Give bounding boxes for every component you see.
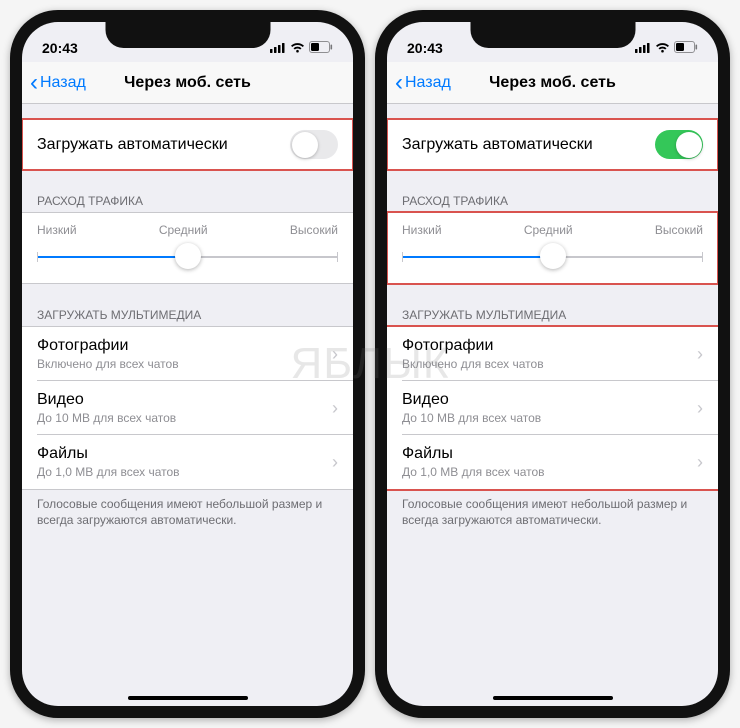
back-button[interactable]: ‹ Назад	[387, 71, 451, 95]
media-files-title: Файлы	[402, 445, 697, 463]
status-icons	[270, 40, 333, 56]
media-header: ЗАГРУЖАТЬ МУЛЬТИМЕДИА	[22, 304, 353, 326]
chevron-right-icon: ›	[697, 452, 703, 473]
battery-icon	[674, 40, 698, 56]
traffic-mid: Средний	[159, 223, 208, 237]
media-files-cell[interactable]: Файлы До 1,0 MB для всех чатов ›	[22, 435, 353, 489]
media-videos-sub: До 10 MB для всех чатов	[402, 411, 697, 425]
media-footer: Голосовые сообщения имеют небольшой разм…	[22, 490, 353, 534]
traffic-header: РАСХОД ТРАФИКА	[22, 190, 353, 212]
media-photos-sub: Включено для всех чатов	[402, 357, 697, 371]
status-icons	[635, 40, 698, 56]
screen-right: 20:43 ‹ Назад Чер	[387, 22, 718, 706]
signal-icon	[270, 40, 286, 56]
traffic-header: РАСХОД ТРАФИКА	[387, 190, 718, 212]
auto-download-toggle[interactable]	[290, 130, 338, 159]
chevron-right-icon: ›	[332, 452, 338, 473]
wifi-icon	[290, 40, 305, 56]
auto-download-label: Загружать автоматически	[402, 136, 593, 154]
media-photos-cell[interactable]: Фотографии Включено для всех чатов ›	[22, 327, 353, 381]
media-photos-sub: Включено для всех чатов	[37, 357, 332, 371]
media-footer: Голосовые сообщения имеют небольшой разм…	[387, 490, 718, 534]
traffic-slider-cell: Низкий Средний Высокий	[22, 212, 353, 284]
slider-thumb[interactable]	[540, 243, 566, 269]
auto-download-label: Загружать автоматически	[37, 136, 228, 154]
traffic-slider[interactable]	[37, 247, 338, 267]
status-time: 20:43	[407, 40, 443, 56]
media-photos-title: Фотографии	[402, 337, 697, 355]
phone-left: 20:43 ‹ Назад Чер	[10, 10, 365, 718]
media-files-cell[interactable]: Файлы До 1,0 MB для всех чатов ›	[387, 435, 718, 489]
signal-icon	[635, 40, 651, 56]
traffic-slider[interactable]	[402, 247, 703, 267]
battery-icon	[309, 40, 333, 56]
phone-right: 20:43 ‹ Назад Чер	[375, 10, 730, 718]
media-files-sub: До 1,0 MB для всех чатов	[37, 465, 332, 479]
media-videos-title: Видео	[37, 391, 332, 409]
wifi-icon	[655, 40, 670, 56]
traffic-high: Высокий	[655, 223, 703, 237]
chevron-right-icon: ›	[697, 344, 703, 365]
media-files-sub: До 1,0 MB для всех чатов	[402, 465, 697, 479]
media-photos-title: Фотографии	[37, 337, 332, 355]
media-videos-title: Видео	[402, 391, 697, 409]
traffic-slider-cell: Низкий Средний Высокий	[387, 212, 718, 284]
chevron-right-icon: ›	[332, 344, 338, 365]
media-photos-cell[interactable]: Фотографии Включено для всех чатов ›	[387, 327, 718, 381]
back-label: Назад	[40, 74, 86, 92]
status-time: 20:43	[42, 40, 78, 56]
media-files-title: Файлы	[37, 445, 332, 463]
nav-bar: ‹ Назад Через моб. сеть	[22, 62, 353, 104]
notch	[470, 22, 635, 48]
notch	[105, 22, 270, 48]
back-button[interactable]: ‹ Назад	[22, 71, 86, 95]
media-videos-sub: До 10 MB для всех чатов	[37, 411, 332, 425]
chevron-right-icon: ›	[697, 398, 703, 419]
traffic-mid: Средний	[524, 223, 573, 237]
media-videos-cell[interactable]: Видео До 10 MB для всех чатов ›	[22, 381, 353, 435]
nav-bar: ‹ Назад Через моб. сеть	[387, 62, 718, 104]
media-videos-cell[interactable]: Видео До 10 MB для всех чатов ›	[387, 381, 718, 435]
screen-left: 20:43 ‹ Назад Чер	[22, 22, 353, 706]
auto-download-toggle[interactable]	[655, 130, 703, 159]
traffic-low: Низкий	[402, 223, 442, 237]
slider-thumb[interactable]	[175, 243, 201, 269]
traffic-low: Низкий	[37, 223, 77, 237]
chevron-left-icon: ‹	[395, 71, 403, 95]
home-indicator[interactable]	[128, 696, 248, 700]
home-indicator[interactable]	[493, 696, 613, 700]
back-label: Назад	[405, 74, 451, 92]
auto-download-cell[interactable]: Загружать автоматически	[387, 119, 718, 170]
media-header: ЗАГРУЖАТЬ МУЛЬТИМЕДИА	[387, 304, 718, 326]
auto-download-cell[interactable]: Загружать автоматически	[22, 119, 353, 170]
chevron-right-icon: ›	[332, 398, 338, 419]
chevron-left-icon: ‹	[30, 71, 38, 95]
traffic-high: Высокий	[290, 223, 338, 237]
